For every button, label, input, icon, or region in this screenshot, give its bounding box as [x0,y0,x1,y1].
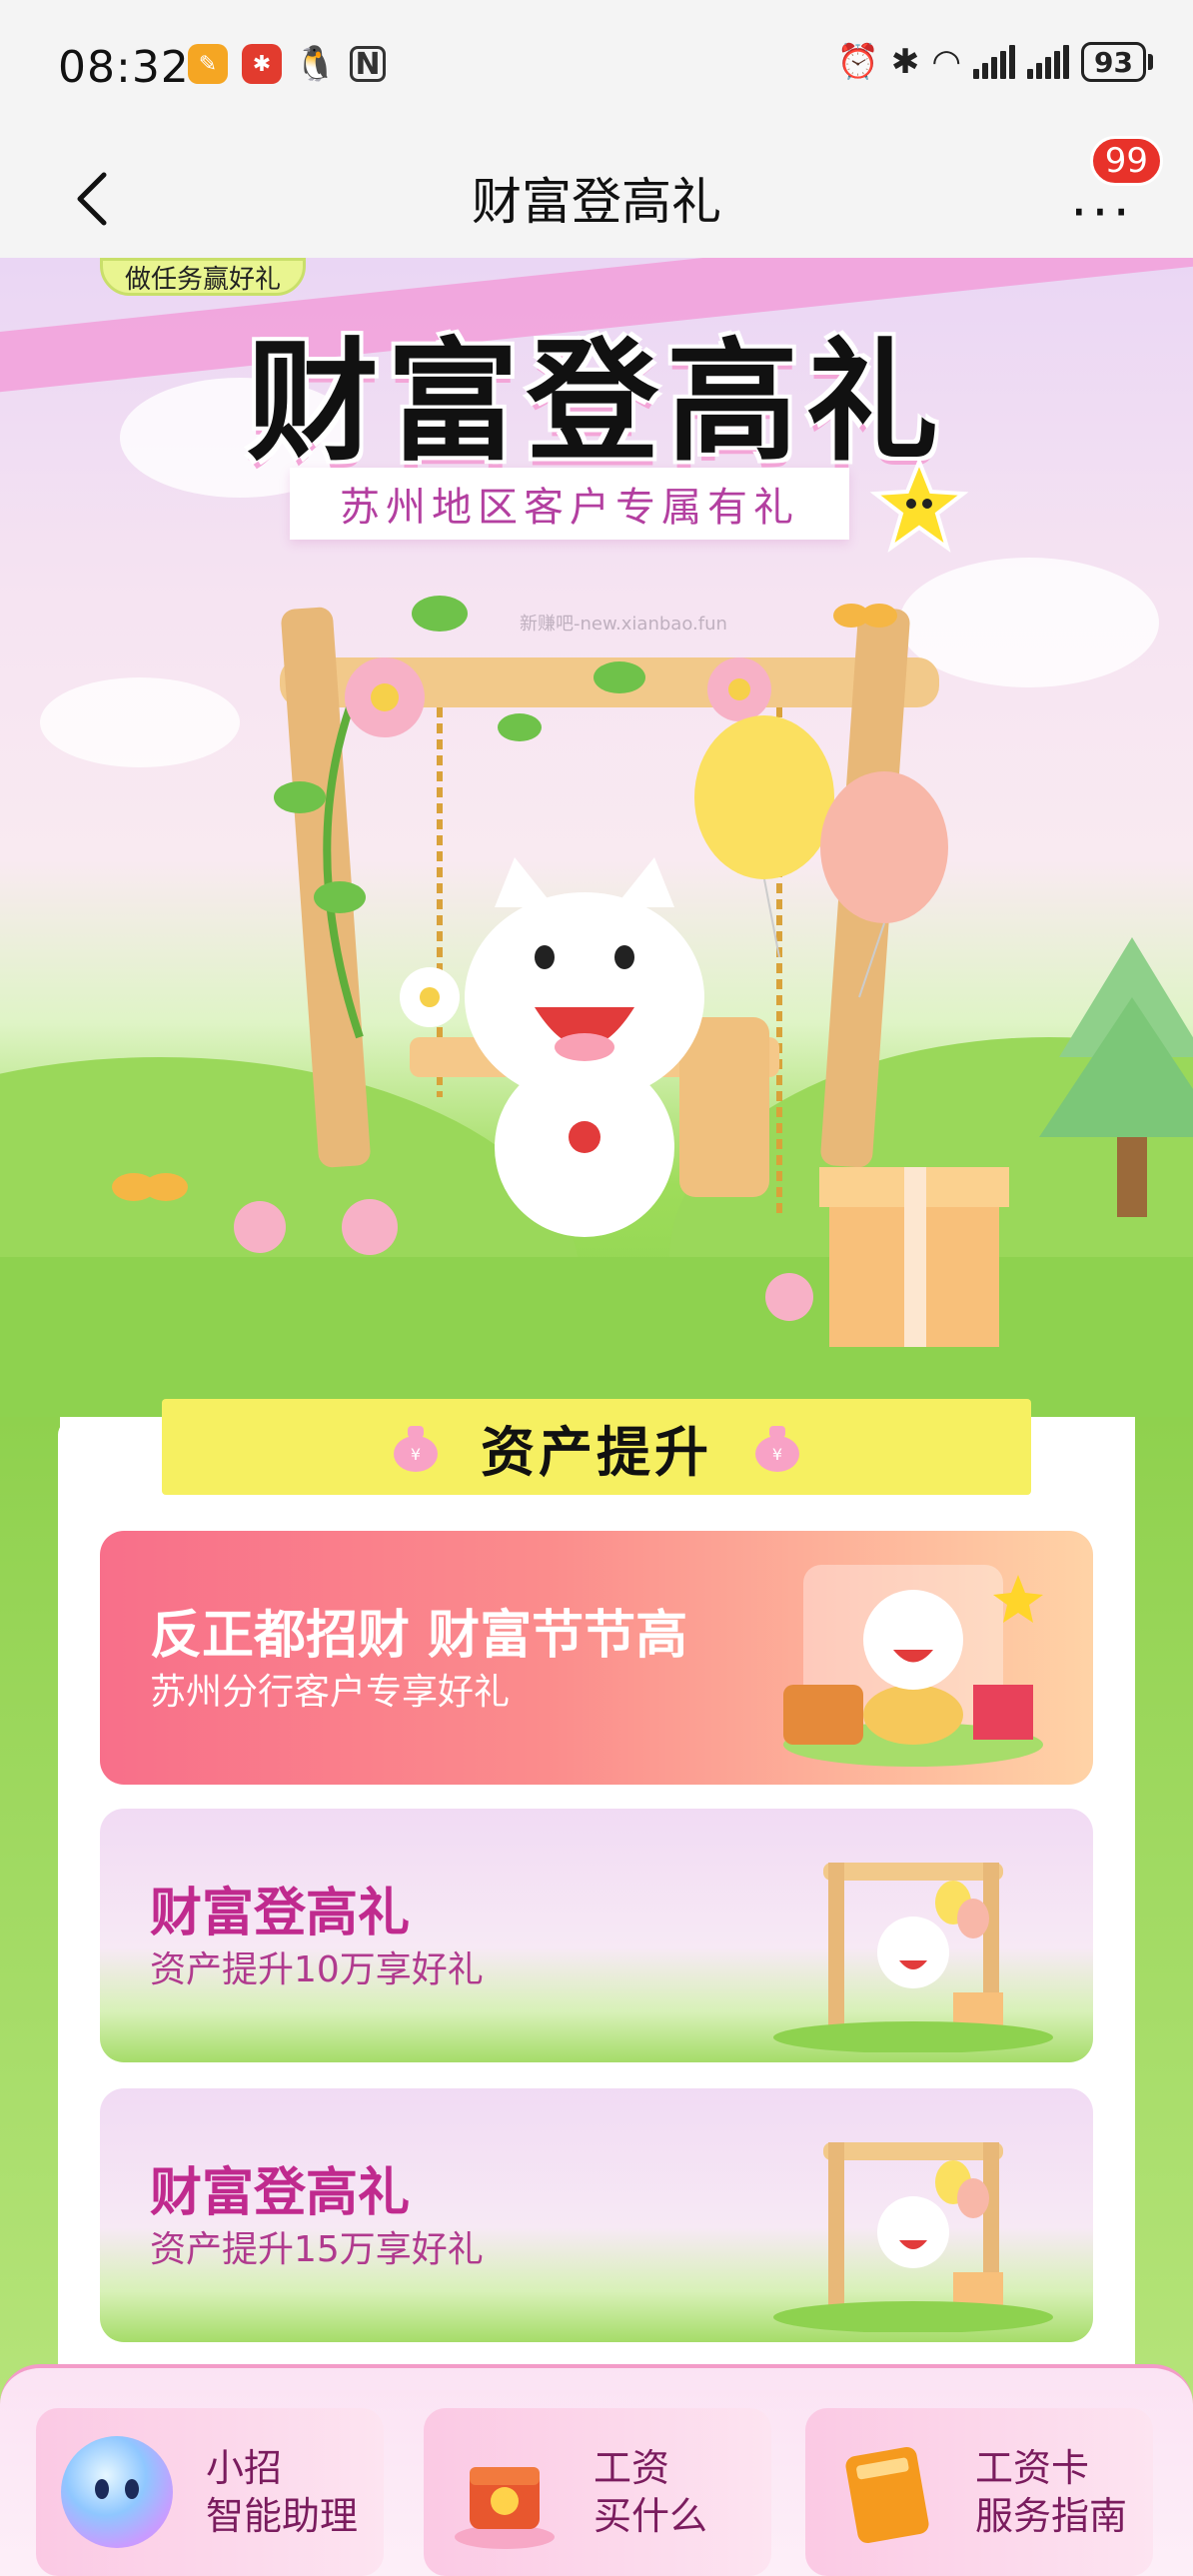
status-time: 08:32 [58,42,190,93]
card-description: 苏州分行客户专享好礼 [150,1672,511,1713]
grass-decoration-right [1135,1417,1193,2416]
dock-label-line2: 买什么 [594,2494,708,2538]
dock-label-line2: 服务指南 [975,2494,1128,2538]
qq-icon: 🐧 [294,44,338,84]
card-title: 财富登高礼 [150,1884,411,1943]
nfc-icon: N [350,46,386,82]
battery-icon: 93 [1081,42,1153,82]
assistant-orb-icon [61,2436,173,2548]
promo-card-150k[interactable]: 财富登高礼 资产提升15万享好礼 [100,2088,1093,2342]
hero-banner: 做任务赢好礼 财富登高礼 苏州地区客户专属有礼 新赚吧-new.xianbao.… [0,258,1193,1417]
salary-card-guide-button[interactable]: 工资卡 服务指南 [805,2408,1153,2576]
card-title: 反正都招财 财富节节高 [150,1606,688,1666]
system-icons: ⏰ ✱ ◠ 93 [837,42,1153,82]
salary-invest-button[interactable]: 工资 买什么 [424,2408,771,2576]
treasure-box-icon [455,2467,555,2549]
red-app-icon: ✱ [242,44,282,84]
dock-label-line1: 工资 [594,2446,670,2490]
notification-icons: ✎ ✱ 🐧 N [188,44,386,84]
nav-bar: 财富登高礼 ··· [0,140,1193,258]
swing-scene-illustration [0,596,1193,1417]
guide-book-icon [845,2447,929,2543]
section-header: ¥ 资产提升 ¥ [162,1399,1031,1495]
page-title: 财富登高礼 [472,173,721,231]
message-badge: 99 [1089,136,1163,186]
dock-label-line2: 智能助理 [206,2494,359,2538]
svg-text:¥: ¥ [772,1445,782,1464]
signal-icon [973,45,1016,79]
dock-label-line1: 工资卡 [975,2446,1090,2490]
orange-app-icon: ✎ [188,44,228,84]
svg-text:¥: ¥ [411,1445,421,1464]
bluetooth-icon: ✱ [890,42,920,82]
dock-label-line1: 小招 [206,2446,283,2490]
swing-cat-illustration [773,2142,1053,2332]
money-bag-icon: ¥ [755,1426,799,1472]
promo-card-wealth[interactable]: 反正都招财 财富节节高 苏州分行客户专享好礼 [100,1531,1093,1785]
card-title: 财富登高礼 [150,2163,411,2223]
section-title: 资产提升 [481,1420,712,1484]
status-bar: 08:32 ✎ ✱ 🐧 N ⏰ ✱ ◠ 93 [0,0,1193,140]
signal-icon [1027,45,1070,79]
lucky-cat-treasure-illustration [783,1565,1043,1767]
money-bag-icon: ¥ [394,1426,438,1472]
card-description: 资产提升15万享好礼 [150,2229,484,2270]
grass-decoration-left [0,1417,60,2416]
battery-level: 93 [1081,42,1146,82]
swing-cat-illustration [773,1863,1053,2052]
alarm-icon: ⏰ [836,42,879,82]
smart-assistant-button[interactable]: 小招 智能助理 [36,2408,384,2576]
wifi-icon: ◠ [931,42,962,82]
promo-card-100k[interactable]: 财富登高礼 资产提升10万享好礼 [100,1809,1093,2062]
card-description: 资产提升10万享好礼 [150,1949,484,1990]
